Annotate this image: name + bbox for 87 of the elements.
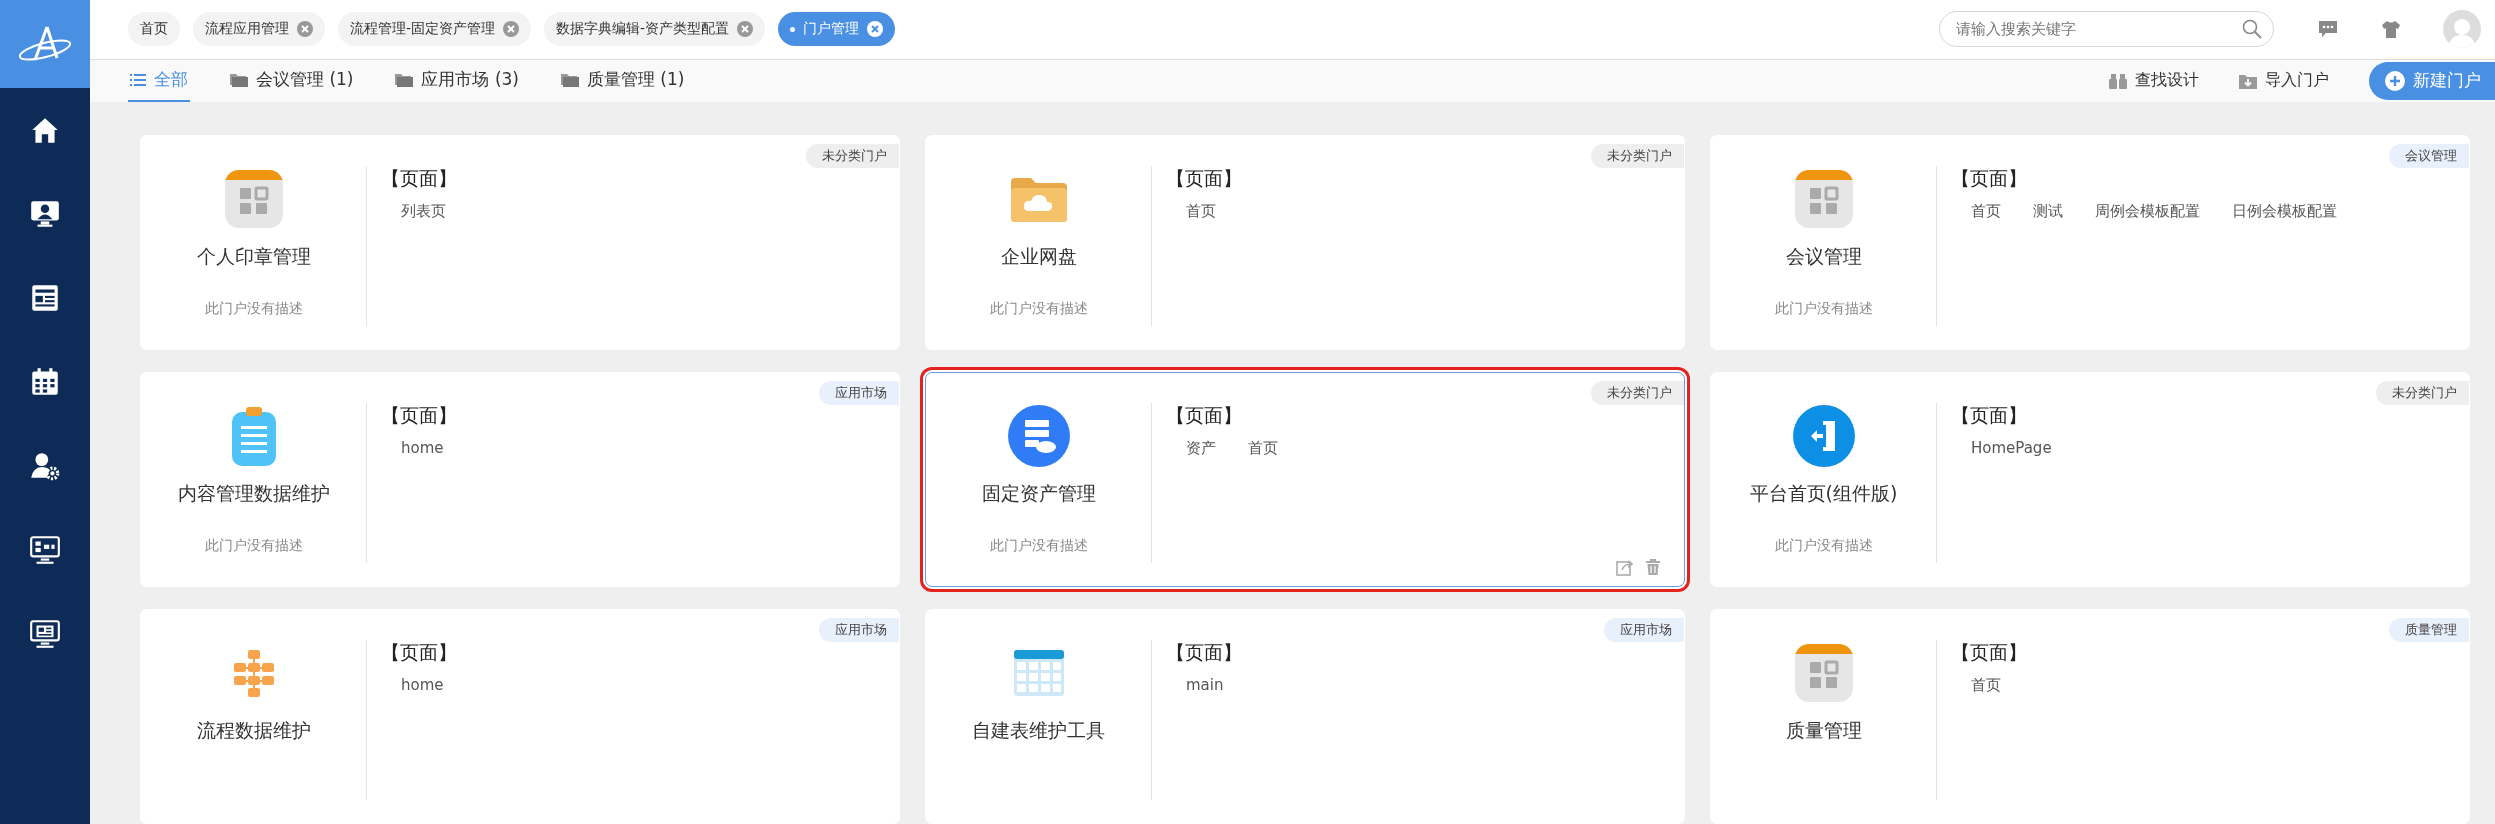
page-link[interactable]: 测试 bbox=[2033, 202, 2063, 221]
section-label: 【页面】 bbox=[1951, 640, 2027, 665]
portal-description: 此门户没有描述 bbox=[989, 300, 1088, 318]
category-tag: 会议管理 bbox=[2389, 144, 2469, 168]
search-field[interactable]: 请输入搜索关键字 bbox=[1939, 11, 2274, 48]
section-label: 【页面】 bbox=[1951, 403, 2028, 428]
clipboard-icon bbox=[229, 404, 278, 468]
folder-icon bbox=[560, 72, 579, 88]
list-icon bbox=[130, 73, 146, 87]
page-link[interactable]: 首页 bbox=[1971, 202, 2001, 221]
portal-name: 流程数据维护 bbox=[196, 718, 311, 743]
close-icon[interactable] bbox=[737, 21, 754, 38]
find-design-button[interactable]: 查找设计 bbox=[2109, 70, 2199, 92]
page-tab[interactable]: 首页 bbox=[128, 12, 180, 47]
portal-card[interactable]: 未分类门户 企业网盘 此门户没有描述 【页面】 首页 bbox=[925, 135, 1685, 350]
portal-card[interactable]: 应用市场 自建表维护工具 【页面】 main bbox=[925, 609, 1685, 824]
filter-tab[interactable]: 质量管理 (1) bbox=[558, 59, 687, 102]
share-icon[interactable] bbox=[1616, 558, 1634, 576]
page-link[interactable]: 首页 bbox=[1186, 202, 1216, 221]
page-link[interactable]: 资产 bbox=[1186, 439, 1216, 458]
portal-card[interactable]: 应用市场 流程数据维护 【页面】 home bbox=[140, 609, 900, 824]
server-cloud-icon bbox=[1007, 405, 1070, 467]
portal-name: 企业网盘 bbox=[1000, 244, 1077, 269]
section-label: 【页面】 bbox=[381, 166, 457, 191]
page-tab[interactable]: 流程应用管理 bbox=[193, 12, 325, 47]
search-icon[interactable] bbox=[2242, 19, 2262, 40]
section-label: 【页面】 bbox=[381, 403, 457, 428]
page-link[interactable]: 首页 bbox=[1248, 439, 1278, 458]
page-link[interactable]: home bbox=[401, 676, 444, 694]
download-folder-icon bbox=[2239, 73, 2257, 89]
category-tag: 未分类门户 bbox=[1591, 144, 1684, 168]
close-icon[interactable] bbox=[867, 21, 884, 38]
page-link[interactable]: 列表页 bbox=[401, 202, 446, 221]
page-tab[interactable]: 数据字典编辑-资产类型配置 bbox=[544, 12, 766, 47]
category-tag: 未分类门户 bbox=[806, 144, 899, 168]
portal-card[interactable]: 未分类门户 个人印章管理 此门户没有描述 【页面】 列表页 bbox=[140, 135, 900, 350]
chat-icon[interactable] bbox=[2317, 19, 2339, 40]
page-tab[interactable]: 流程管理-固定资产管理 bbox=[338, 12, 532, 47]
section-label: 【页面】 bbox=[1166, 166, 1242, 191]
section-label: 【页面】 bbox=[1166, 403, 1243, 428]
section-label: 【页面】 bbox=[1951, 166, 2028, 191]
page-link[interactable]: 周例会模板配置 bbox=[2095, 202, 2200, 221]
portal-name: 会议管理 bbox=[1785, 244, 1862, 269]
section-label: 【页面】 bbox=[1166, 640, 1242, 665]
category-tag: 未分类门户 bbox=[1591, 381, 1684, 405]
portal-name: 内容管理数据维护 bbox=[177, 481, 330, 506]
folder-icon bbox=[230, 72, 248, 88]
portal-name: 自建表维护工具 bbox=[972, 718, 1105, 743]
trash-icon[interactable] bbox=[1644, 558, 1662, 576]
category-tag: 质量管理 bbox=[2389, 618, 2469, 642]
close-icon[interactable] bbox=[297, 21, 313, 38]
plus-icon bbox=[2385, 71, 2405, 91]
app-tile-icon bbox=[1794, 644, 1853, 702]
import-portal-button[interactable]: 导入门户 bbox=[2239, 70, 2329, 92]
portal-card[interactable]: 会议管理 会议管理 此门户没有描述 【页面】 首页 测试 周例会模板配置 日例会模板配置 bbox=[1710, 135, 2470, 350]
portal-name: 个人印章管理 bbox=[196, 244, 311, 269]
portal-card[interactable]: 未分类门户 平台首页(组件版) 此门户没有描述 【页面】 HomePage bbox=[1710, 372, 2470, 587]
portal-description: 此门户没有描述 bbox=[989, 537, 1088, 555]
page-link[interactable]: 日例会模板配置 bbox=[2232, 202, 2337, 221]
close-icon[interactable] bbox=[503, 21, 520, 38]
portal-description: 此门户没有描述 bbox=[1774, 300, 1873, 318]
portal-name: 固定资产管理 bbox=[981, 481, 1096, 506]
category-tag: 应用市场 bbox=[1604, 618, 1684, 642]
portal-description: 此门户没有描述 bbox=[204, 537, 303, 555]
exit-door-icon bbox=[1792, 405, 1855, 467]
page-link[interactable]: main bbox=[1186, 676, 1224, 694]
portal-description: 此门户没有描述 bbox=[204, 300, 303, 318]
folder-icon bbox=[395, 72, 414, 88]
portal-card[interactable]: 应用市场 内容管理数据维护 此门户没有描述 【页面】 home bbox=[140, 372, 900, 587]
app-tile-icon bbox=[224, 170, 283, 228]
category-tag: 应用市场 bbox=[819, 381, 899, 405]
table-grid-icon bbox=[1011, 648, 1066, 698]
portal-card[interactable]: 质量管理 质量管理 【页面】 首页 bbox=[1710, 609, 2470, 824]
page-link[interactable]: HomePage bbox=[1971, 439, 2052, 457]
app-tile-icon bbox=[1794, 170, 1853, 228]
category-tag: 未分类门户 bbox=[2376, 381, 2469, 405]
page-link[interactable]: home bbox=[401, 439, 444, 457]
page-link[interactable]: 首页 bbox=[1971, 676, 2001, 695]
portal-description: 此门户没有描述 bbox=[1774, 537, 1873, 555]
section-label: 【页面】 bbox=[381, 640, 457, 665]
category-tag: 应用市场 bbox=[819, 618, 899, 642]
filter-tab[interactable]: 应用市场 (3) bbox=[393, 59, 521, 102]
portal-name: 质量管理 bbox=[1785, 718, 1862, 743]
shirt-icon[interactable] bbox=[2380, 19, 2402, 40]
filter-tab[interactable]: 会议管理 (1) bbox=[228, 59, 356, 102]
portal-name: 平台首页(组件版) bbox=[1749, 481, 1898, 506]
binoculars-icon bbox=[2109, 73, 2127, 89]
